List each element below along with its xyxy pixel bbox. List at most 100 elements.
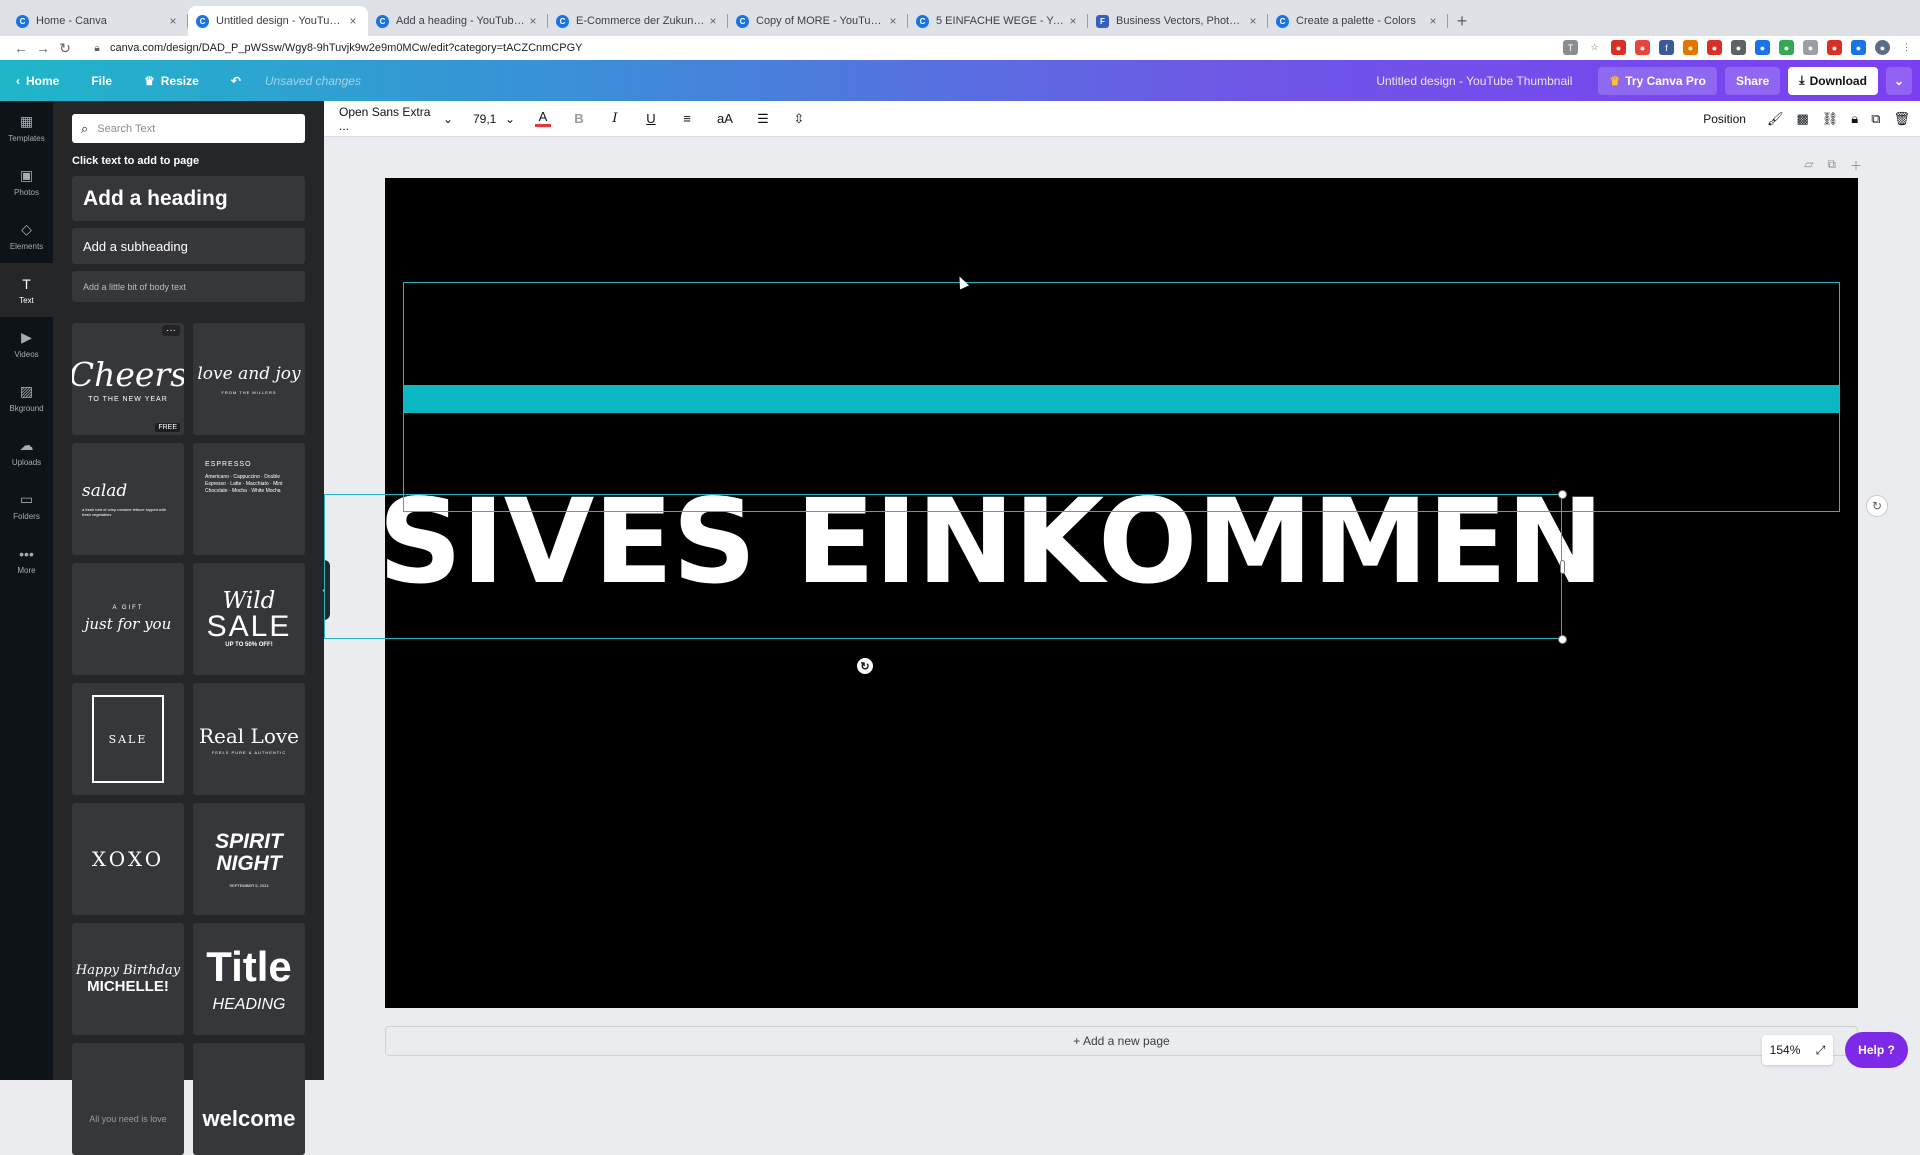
browser-menu-icon[interactable]: ⋮: [1899, 40, 1914, 55]
spacing-icon[interactable]: ⇳: [791, 111, 807, 127]
text-template-card[interactable]: love and joy FROM THE MILLERS: [193, 323, 305, 435]
forward-icon[interactable]: →: [32, 40, 54, 56]
text-template-card[interactable]: Title HEADING: [193, 923, 305, 1035]
align-center-icon[interactable]: ≡: [679, 111, 695, 126]
close-icon[interactable]: ×: [706, 14, 720, 28]
new-tab-button[interactable]: +: [1448, 6, 1476, 36]
undo-button[interactable]: ↶: [215, 60, 257, 101]
close-icon[interactable]: ×: [886, 14, 900, 28]
reload-icon[interactable]: ↻: [54, 40, 76, 57]
browser-tab-active[interactable]: C Untitled design - YouTube Thu... ×: [188, 6, 368, 36]
browser-tab[interactable]: C Add a heading - YouTube Thum... ×: [368, 6, 548, 36]
italic-icon[interactable]: I: [607, 111, 623, 126]
back-icon[interactable]: ←: [10, 40, 32, 56]
underline-icon[interactable]: U: [643, 111, 659, 126]
rail-item-templates[interactable]: ▦ Templates: [0, 101, 53, 155]
extension-icon[interactable]: ●: [1611, 40, 1626, 55]
file-menu-button[interactable]: File: [75, 60, 128, 101]
design-title[interactable]: Untitled design - YouTube Thumbnail: [1376, 74, 1572, 88]
refresh-icon[interactable]: ↻: [1866, 495, 1888, 517]
rail-item-background[interactable]: ▨ Bkground: [0, 371, 53, 425]
rail-item-text[interactable]: T Text: [0, 263, 53, 317]
text-template-card[interactable]: SALE: [72, 683, 184, 795]
text-template-card[interactable]: welcome: [193, 1043, 305, 1155]
text-template-card[interactable]: SPIRIT NIGHT SEPTEMBER 5, 2024: [193, 803, 305, 915]
browser-tab[interactable]: C Home - Canva ×: [8, 6, 188, 36]
download-button[interactable]: ⤓ Download: [1788, 66, 1878, 95]
search-box[interactable]: ⌕: [72, 114, 305, 143]
text-template-card[interactable]: ESPRESSO Americano · Cappuccino · Double…: [193, 443, 305, 555]
add-new-page-button[interactable]: + Add a new page: [385, 1026, 1858, 1056]
url-field[interactable]: canva.com/design/DAD_P_pWSsw/Wgy8-9hTuvj…: [110, 42, 582, 54]
rail-item-videos[interactable]: ▶ Videos: [0, 317, 53, 371]
paint-format-icon[interactable]: 🖌︎: [1767, 111, 1784, 127]
text-template-card[interactable]: Wild SALE UP TO 50% OFF!: [193, 563, 305, 675]
text-template-card[interactable]: A GIFT just for you: [72, 563, 184, 675]
selection-box-text[interactable]: [324, 494, 1562, 639]
add-heading-button[interactable]: Add a heading: [72, 176, 305, 221]
bold-icon[interactable]: B: [571, 111, 587, 126]
link-icon[interactable]: ⛓︎: [1822, 111, 1839, 127]
browser-tab[interactable]: C Copy of MORE - YouTube Thum... ×: [728, 6, 908, 36]
add-subheading-button[interactable]: Add a subheading: [72, 228, 305, 264]
extension-icon[interactable]: ●: [1731, 40, 1746, 55]
text-template-card[interactable]: Real Love FEELS PURE & AUTHENTIC: [193, 683, 305, 795]
text-color-icon[interactable]: A: [535, 110, 551, 127]
facebook-icon[interactable]: f: [1659, 40, 1674, 55]
share-button[interactable]: Share: [1724, 66, 1781, 95]
extension-icon[interactable]: ●: [1755, 40, 1770, 55]
add-page-icon[interactable]: ＋: [1850, 157, 1862, 174]
duplicate-page-icon[interactable]: ⧉: [1827, 157, 1836, 174]
translate-icon[interactable]: T: [1563, 40, 1578, 55]
rail-item-more[interactable]: ••• More: [0, 533, 53, 587]
resize-handle[interactable]: [1558, 635, 1567, 644]
lock-icon[interactable]: 🔒︎: [1851, 111, 1858, 127]
home-button[interactable]: ‹ Home: [0, 60, 75, 101]
browser-tab[interactable]: C Create a palette - Colors ×: [1268, 6, 1448, 36]
letter-case-icon[interactable]: aA: [715, 111, 735, 126]
font-size-dropdown[interactable]: 79,1 ⌄: [473, 112, 515, 126]
extension-icon[interactable]: ●: [1779, 40, 1794, 55]
text-template-card[interactable]: Happy Birthday MICHELLE!: [72, 923, 184, 1035]
search-input[interactable]: [97, 122, 288, 135]
transparency-icon[interactable]: ▩: [1796, 111, 1808, 127]
try-canva-pro-button[interactable]: ♛ Try Canva Pro: [1598, 66, 1717, 95]
lock-icon[interactable]: 🔒︎: [88, 43, 106, 54]
download-options-button[interactable]: ⌄: [1885, 66, 1912, 95]
duplicate-icon[interactable]: ⧉: [1871, 111, 1880, 127]
text-template-card[interactable]: All you need is love: [72, 1043, 184, 1155]
help-button[interactable]: Help ?: [1845, 1032, 1908, 1068]
fullscreen-icon[interactable]: ⤢: [1816, 1043, 1826, 1058]
rail-item-uploads[interactable]: ☁ Uploads: [0, 425, 53, 479]
rail-item-folders[interactable]: ▭ Folders: [0, 479, 53, 533]
extension-icon[interactable]: ●: [1635, 40, 1650, 55]
notes-icon[interactable]: ▱: [1804, 157, 1813, 174]
rotate-handle-icon[interactable]: ↻: [857, 658, 873, 674]
rail-item-photos[interactable]: ▣ Photos: [0, 155, 53, 209]
extension-icon[interactable]: ●: [1803, 40, 1818, 55]
font-family-dropdown[interactable]: Open Sans Extra ... ⌄: [339, 105, 453, 133]
add-body-text-button[interactable]: Add a little bit of body text: [72, 271, 305, 302]
browser-tab[interactable]: C 5 EINFACHE WEGE - YouTube ... ×: [908, 6, 1088, 36]
extension-icon[interactable]: ●: [1827, 40, 1842, 55]
resize-button[interactable]: ♛ Resize: [128, 60, 215, 101]
extension-icon[interactable]: ●: [1851, 40, 1866, 55]
extension-icon[interactable]: ●: [1683, 40, 1698, 55]
close-icon[interactable]: ×: [526, 14, 540, 28]
list-icon[interactable]: ☰: [755, 111, 771, 127]
text-template-card[interactable]: salad a fresh bed of crisp romaine lettu…: [72, 443, 184, 555]
trash-icon[interactable]: 🗑︎: [1893, 111, 1910, 127]
rail-item-elements[interactable]: ◇ Elements: [0, 209, 53, 263]
resize-handle[interactable]: [1558, 490, 1567, 499]
text-template-card[interactable]: ··· Cheers TO THE NEW YEAR FREE: [72, 323, 184, 435]
profile-avatar[interactable]: ●: [1875, 40, 1890, 55]
text-template-card[interactable]: XOXO: [72, 803, 184, 915]
more-options-icon[interactable]: ···: [162, 325, 180, 336]
zoom-control[interactable]: 154% ⤢: [1762, 1035, 1833, 1065]
close-icon[interactable]: ×: [346, 14, 360, 28]
extension-icon[interactable]: ●: [1707, 40, 1722, 55]
position-button[interactable]: Position: [1703, 112, 1746, 126]
browser-tab[interactable]: F Business Vectors, Photos and ... ×: [1088, 6, 1268, 36]
side-handle[interactable]: [1560, 560, 1565, 574]
close-icon[interactable]: ×: [1246, 14, 1260, 28]
